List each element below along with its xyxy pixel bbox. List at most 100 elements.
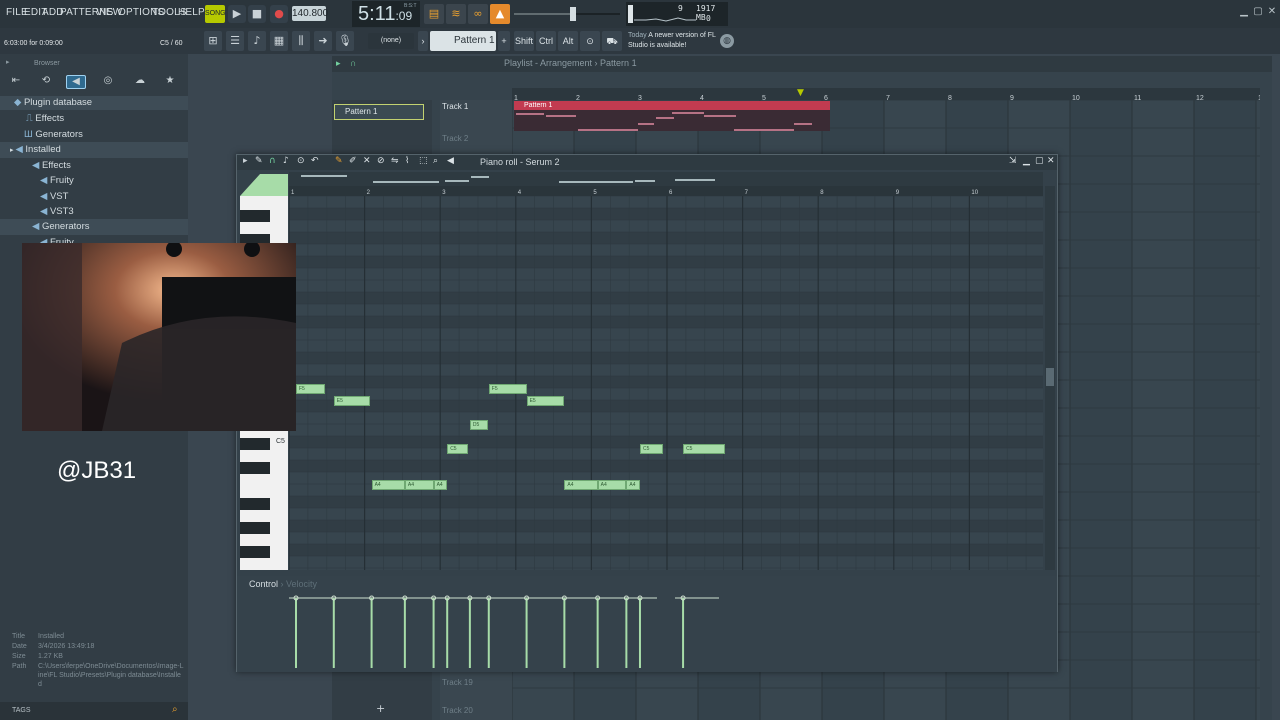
play-button[interactable]: ▶: [228, 5, 246, 23]
mixer-button[interactable]: ⫼: [292, 31, 310, 51]
news-panel[interactable]: Today A newer version of FL Studio is av…: [628, 31, 726, 51]
midi-note[interactable]: A4: [433, 480, 448, 491]
shift-key-button[interactable]: Shift: [514, 31, 534, 51]
plugin-picker-button[interactable]: ➜: [314, 31, 332, 51]
track-19-label[interactable]: Track 19: [442, 678, 473, 687]
midi-note[interactable]: F5: [488, 384, 527, 395]
globe-icon[interactable]: ◍: [720, 34, 734, 48]
playlist-ruler[interactable]: 12345678910111213: [512, 88, 1266, 102]
tools-icon[interactable]: ✎: [255, 156, 263, 166]
midi-note[interactable]: A4: [371, 480, 405, 491]
star-icon[interactable]: ★: [160, 75, 180, 89]
history-icon[interactable]: ⟲: [36, 75, 56, 89]
zoom-tool-icon[interactable]: ⌕: [433, 156, 438, 166]
browser-menu-icon[interactable]: ▸: [6, 58, 10, 66]
song-mode-toggle[interactable]: SONG: [205, 5, 226, 23]
midi-note[interactable]: A4: [564, 480, 598, 491]
snap-selector[interactable]: (none): [368, 33, 414, 49]
black-key[interactable]: [240, 546, 270, 558]
piano-roll-overview[interactable]: [289, 172, 1043, 186]
midi-note[interactable]: A4: [404, 480, 434, 491]
plugin-db-tab-icon[interactable]: ◀: [66, 75, 86, 89]
pr-close-icon[interactable]: ✕: [1047, 156, 1055, 166]
midi-note[interactable]: F5: [296, 384, 325, 395]
playhead-marker-icon[interactable]: ▼: [797, 88, 804, 98]
pattern-selector[interactable]: Pattern 1: [430, 31, 496, 51]
pattern-prev-button[interactable]: ›: [418, 31, 428, 51]
black-key[interactable]: [240, 438, 270, 450]
collapse-icon[interactable]: ⇤: [6, 75, 26, 89]
wait-input-button[interactable]: ∞: [468, 4, 488, 24]
piano-roll-menu-icon[interactable]: ▸: [243, 156, 248, 166]
detach-icon[interactable]: ⇲: [1009, 156, 1017, 166]
draw-tool-icon[interactable]: ✎: [335, 156, 343, 166]
note-icon[interactable]: ♪: [283, 156, 289, 166]
midi-note[interactable]: C5: [683, 444, 725, 455]
midi-note[interactable]: E5: [333, 396, 371, 407]
black-key[interactable]: [240, 462, 270, 474]
piano-roll-titlebar[interactable]: ▸ ✎ ∩ ♪ ⊙ ↶ ✎ ✐ ✕ ⊘ ⇋ ⌇ ⬚ ⌕ ◀ ⇲ ▁ ▢ ✕: [237, 155, 1057, 170]
paint-tool-icon[interactable]: ✐: [349, 156, 357, 166]
track-1-label[interactable]: Track 1: [442, 102, 468, 111]
undo-icon[interactable]: ↶: [311, 156, 319, 166]
shop-button[interactable]: ⛟: [602, 31, 622, 51]
maximize-icon[interactable]: ▢: [1252, 6, 1264, 18]
record-audio-button[interactable]: 🎙: [336, 31, 354, 51]
snap-icon[interactable]: ◎: [98, 75, 118, 89]
tree-item-fruity[interactable]: ◀ Fruity: [40, 175, 74, 186]
add-pattern-button[interactable]: +: [498, 31, 510, 51]
tree-item-plugin-database[interactable]: ◆ Plugin database: [14, 97, 92, 108]
cloud-icon[interactable]: ☁: [130, 75, 150, 89]
speaker-icon[interactable]: ◀: [447, 156, 454, 166]
alt-key-button[interactable]: Alt: [558, 31, 578, 51]
midi-note[interactable]: A4: [626, 480, 640, 491]
tree-item-effects[interactable]: ⎍ Effects: [26, 113, 64, 124]
track-20-label[interactable]: Track 20: [442, 706, 473, 715]
midi-note[interactable]: C5: [639, 444, 663, 455]
tree-item-installed-generators[interactable]: ◀ Generators: [32, 221, 89, 232]
master-volume-slider[interactable]: [512, 4, 622, 24]
pattern-song-button[interactable]: ▤: [424, 4, 444, 24]
midi-note[interactable]: D5: [469, 420, 489, 431]
tags-bar[interactable]: TAGS ⌕: [0, 702, 188, 720]
piano-roll-ruler[interactable]: 1 2 3 4 5 6 7 8 9 10: [289, 186, 1043, 196]
tree-item-installed[interactable]: ▸ ◀ Installed: [10, 144, 61, 155]
metronome-button[interactable]: ▲: [490, 4, 510, 24]
menu-help[interactable]: HELP: [178, 7, 205, 18]
tempo-display[interactable]: 140.800: [292, 6, 328, 21]
midi-note[interactable]: A4: [597, 480, 627, 491]
magnet-icon[interactable]: ∩: [350, 58, 356, 68]
pattern-picker-item[interactable]: Pattern 1: [334, 104, 424, 120]
ctrl-key-button[interactable]: Ctrl: [536, 31, 556, 51]
minimize-icon[interactable]: ▁: [1238, 6, 1250, 18]
record-loop-icon[interactable]: ⊙: [297, 156, 305, 166]
piano-roll-button[interactable]: ♪: [248, 31, 266, 51]
black-key[interactable]: [240, 498, 270, 510]
vscroll-thumb[interactable]: [1046, 368, 1054, 386]
channel-rack-button[interactable]: ☰: [226, 31, 244, 51]
select-tool-icon[interactable]: ⬚: [419, 156, 428, 166]
record-button[interactable]: ●: [270, 5, 288, 23]
piano-roll-vscroll[interactable]: [1045, 186, 1055, 570]
black-key[interactable]: [240, 210, 270, 222]
tree-item-vst3[interactable]: ◀ VST3: [40, 206, 74, 217]
black-key[interactable]: [240, 522, 270, 534]
search-icon[interactable]: ⌕: [172, 704, 178, 715]
magnet-icon[interactable]: ∩: [269, 156, 276, 166]
delete-tool-icon[interactable]: ✕: [363, 156, 371, 166]
blend-notes-button[interactable]: ≋: [446, 4, 466, 24]
slip-tool-icon[interactable]: ⇋: [391, 156, 399, 166]
playlist-menu-icon[interactable]: ▸: [336, 58, 341, 69]
midi-note[interactable]: E5: [526, 396, 565, 407]
control-selector[interactable]: Control › Velocity: [249, 579, 317, 589]
close-icon[interactable]: ✕: [1266, 6, 1278, 18]
tree-item-vst[interactable]: ◀ VST: [40, 191, 68, 202]
midi-note[interactable]: C5: [447, 444, 469, 455]
slice-tool-icon[interactable]: ⌇: [405, 156, 409, 166]
playlist-clip-label[interactable]: Pattern 1: [514, 101, 830, 110]
velocity-lane[interactable]: [289, 590, 1043, 670]
mute-tool-icon[interactable]: ⊘: [377, 156, 385, 166]
playlist-button[interactable]: ▦: [270, 31, 288, 51]
track-2-label[interactable]: Track 2: [442, 134, 468, 143]
tree-item-installed-effects[interactable]: ◀ Effects: [32, 160, 71, 171]
